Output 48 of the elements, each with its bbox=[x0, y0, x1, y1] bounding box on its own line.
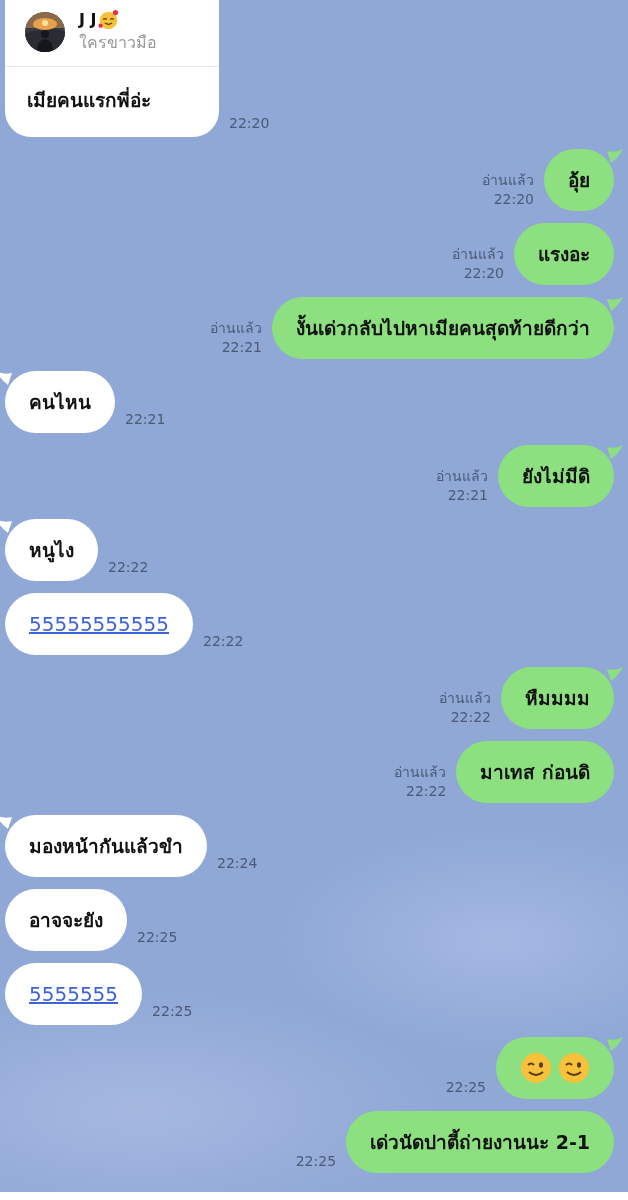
message-time: 22:24 bbox=[217, 855, 258, 873]
bubble-tail bbox=[607, 667, 623, 681]
message-time: 22:25 bbox=[445, 1079, 486, 1095]
message-bubble: งั้นเด่วกลับไปหาเมียคนสุดท้ายดีกว่า bbox=[272, 297, 614, 359]
bubble-tail bbox=[607, 445, 623, 459]
bubble-tail bbox=[0, 371, 12, 385]
message-time: 22:21 bbox=[221, 339, 262, 355]
bubble-tail bbox=[0, 519, 12, 533]
message-time: 22:25 bbox=[137, 929, 178, 947]
message-bubble: แรงอะ bbox=[514, 223, 614, 285]
read-receipt: อ่านแล้ว bbox=[452, 245, 504, 264]
message-bubble: อุ้ย bbox=[544, 149, 614, 211]
bubble-tail bbox=[0, 815, 12, 829]
read-receipt: อ่านแล้ว bbox=[394, 763, 447, 782]
message-link[interactable]: 55555555555 bbox=[29, 612, 169, 636]
message-time: 22:20 bbox=[229, 115, 270, 133]
contact-status: ใครขาวมือ bbox=[79, 32, 157, 54]
bubble-tail bbox=[607, 1037, 623, 1051]
message-bubble: มาเทส ก่อนดิ bbox=[456, 741, 614, 803]
message-bubble: เด่วนัดปาตี้ถ่ายงานนะ 2-1 bbox=[346, 1111, 614, 1173]
message-bubble: มองหน้ากันแล้วขำ bbox=[5, 815, 207, 877]
message-bubble: หนูไง bbox=[5, 519, 98, 581]
message-bubble: อาจจะยัง bbox=[5, 889, 127, 951]
message-time: 22:22 bbox=[203, 633, 244, 651]
read-receipt: อ่านแล้ว bbox=[439, 689, 491, 708]
read-receipt: อ่านแล้ว bbox=[210, 319, 262, 338]
message-time: 22:22 bbox=[450, 709, 491, 725]
read-receipt: อ่านแล้ว bbox=[482, 171, 534, 190]
message-time: 22:20 bbox=[493, 191, 534, 207]
read-receipt: อ่านแล้ว bbox=[436, 467, 488, 486]
message-text: เมียคนแรกพี่อ่ะ bbox=[26, 86, 152, 113]
message-time: 22:25 bbox=[152, 1003, 193, 1021]
message-time: 22:21 bbox=[447, 487, 488, 503]
message-time: 22:22 bbox=[108, 559, 149, 577]
contact-name: J J bbox=[79, 10, 97, 29]
message-bubble: หืมมมม bbox=[501, 667, 614, 729]
message-time: 22:20 bbox=[463, 265, 504, 281]
bubble-tail bbox=[607, 149, 623, 163]
message-time: 22:22 bbox=[406, 783, 447, 799]
message-time: 22:21 bbox=[125, 411, 166, 429]
message-link[interactable]: 5555555 bbox=[29, 982, 119, 1006]
message-bubble: ยังไม่มีดิ bbox=[498, 445, 614, 507]
smiling-face-icon bbox=[98, 9, 120, 30]
winking-face-icon bbox=[558, 1052, 590, 1084]
bubble-tail bbox=[607, 297, 623, 311]
message-time: 22:25 bbox=[295, 1153, 337, 1169]
winking-face-icon bbox=[520, 1052, 552, 1084]
message-bubble: คนไหน bbox=[5, 371, 115, 433]
